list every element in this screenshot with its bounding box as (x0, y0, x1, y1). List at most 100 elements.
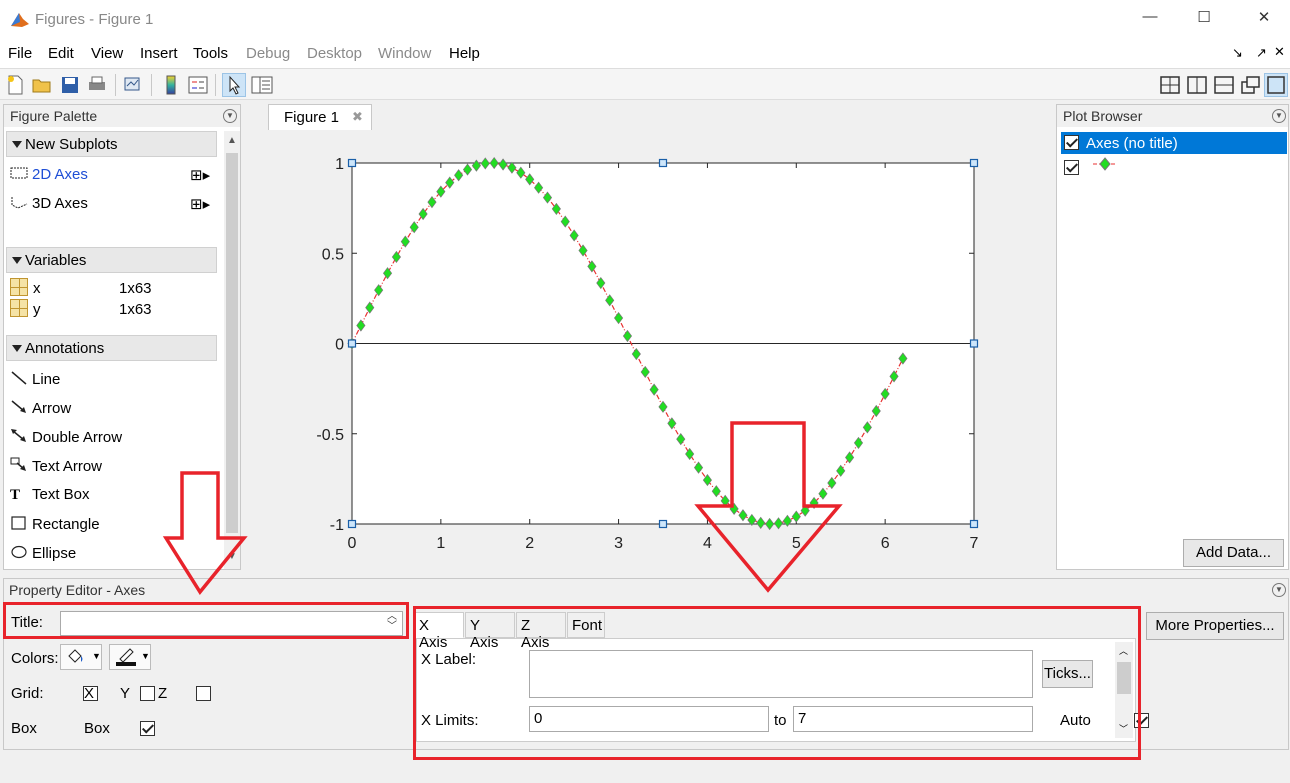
axes-3d-icon (10, 195, 28, 213)
undock-icon[interactable]: ↗ (1256, 45, 1267, 61)
edge-color-button[interactable]: ▼ (109, 644, 151, 670)
selection-handle (969, 339, 979, 348)
menu-view[interactable]: View (91, 45, 123, 62)
property-editor-icon[interactable] (250, 73, 274, 97)
float-layout-icon[interactable] (1239, 73, 1263, 97)
subplot-grid-icon[interactable]: ⊞▸ (190, 195, 210, 213)
menu-desktop[interactable]: Desktop (307, 45, 362, 62)
legend-icon[interactable] (186, 73, 210, 97)
y-tick-label: -1 (330, 517, 344, 534)
maximize-layout-icon[interactable] (1264, 73, 1288, 97)
annotation-arrow[interactable]: Arrow (10, 399, 71, 419)
selection-handle (969, 519, 979, 529)
menu-close-icon[interactable]: ✕ (1274, 44, 1285, 60)
annotation-ellipse[interactable]: Ellipse (10, 544, 76, 564)
print-icon[interactable] (85, 73, 109, 97)
window-title: Figures - Figure 1 (35, 11, 154, 28)
add-data-button[interactable]: Add Data... (1183, 539, 1284, 567)
matlab-logo-icon (11, 13, 29, 27)
palette-dropdown-icon[interactable]: ▼ (223, 109, 237, 123)
line-visible-checkbox[interactable] (1064, 159, 1079, 175)
box-checkbox[interactable] (139, 720, 155, 736)
y-tick-label: 1 (335, 156, 344, 173)
section-variables[interactable]: Variables (6, 247, 217, 273)
selection-handle (658, 158, 668, 168)
tab-close-icon[interactable]: ✖ (352, 109, 363, 125)
grid-x-label: X (84, 685, 95, 702)
edit-plot-arrow-icon[interactable] (222, 73, 246, 97)
tab-figure-1[interactable]: Figure 1 ✖ (268, 104, 372, 130)
toolbar-separator (115, 74, 116, 96)
y-tick-label: -0.5 (316, 427, 344, 444)
x-tick-label: 1 (436, 535, 445, 552)
minimize-button[interactable]: — (1130, 8, 1170, 32)
figure-plot-area[interactable]: 0 1 2 3 4 5 6 710.50-0.5-1 (246, 130, 1052, 575)
menu-file[interactable]: File (8, 45, 32, 62)
pen-icon (116, 648, 136, 666)
grid-label: Grid: (11, 685, 44, 702)
section-annotations-label: Annotations (25, 340, 105, 357)
annotation-text-arrow-label: Text Arrow (32, 457, 103, 475)
toolbar-separator (151, 74, 152, 96)
menu-insert[interactable]: Insert (140, 45, 178, 62)
section-annotations[interactable]: Annotations (6, 335, 217, 361)
figure-palette-header: Figure Palette (4, 105, 240, 127)
palette-item-3d-axes[interactable]: 3D Axes (10, 195, 88, 213)
highlight-box-axis-tabs (413, 606, 1141, 760)
arrow-icon (10, 399, 28, 419)
new-figure-icon[interactable] (3, 73, 27, 97)
dropdown-arrow-icon: ▼ (92, 651, 101, 661)
axes-visible-checkbox[interactable] (1064, 135, 1079, 150)
grid-z-checkbox[interactable] (195, 685, 211, 701)
axes-2d-icon (10, 166, 28, 184)
link-plot-icon[interactable] (121, 73, 145, 97)
save-icon[interactable] (58, 73, 82, 97)
annotation-double-arrow[interactable]: Double Arrow (10, 428, 122, 448)
plot-browser-dropdown-icon[interactable]: ▼ (1272, 109, 1286, 123)
plot-browser-axes-item[interactable]: Axes (no title) (1061, 132, 1287, 154)
menu-window[interactable]: Window (378, 45, 431, 62)
dropdown-arrow-icon: ▼ (141, 651, 150, 661)
colorbar-icon[interactable] (159, 73, 183, 97)
section-variables-label: Variables (25, 252, 87, 269)
annotation-text-box[interactable]: T Text Box (10, 486, 90, 504)
top-bottom-layout-icon[interactable] (1212, 73, 1236, 97)
dock-arrow-icon[interactable]: ↘ (1232, 45, 1243, 61)
selection-handle (347, 339, 357, 348)
variable-name[interactable]: x (33, 280, 41, 297)
palette-item-2d-axes[interactable]: 2D Axes (10, 166, 88, 184)
line-series-icon[interactable] (1090, 156, 1120, 172)
x-tick-label: 2 (525, 535, 534, 552)
property-editor-title: Property Editor - Axes (9, 582, 146, 598)
palette-item-2d-axes-label: 2D Axes (32, 166, 88, 183)
collapse-triangle-icon (12, 257, 22, 264)
open-folder-icon[interactable] (30, 73, 54, 97)
text-arrow-icon (10, 457, 28, 477)
annotation-line[interactable]: Line (10, 370, 60, 390)
variable-grid-icon (10, 278, 28, 299)
menu-tools[interactable]: Tools (193, 45, 228, 62)
subplot-grid-icon[interactable]: ⊞▸ (190, 166, 210, 184)
property-editor-dropdown-icon[interactable]: ▼ (1272, 583, 1286, 597)
toolbar-separator (215, 74, 216, 96)
annotation-rectangle[interactable]: Rectangle (10, 515, 100, 535)
collapse-triangle-icon (12, 141, 22, 148)
x-tick-label: 0 (348, 535, 357, 552)
section-new-subplots[interactable]: New Subplots (6, 131, 217, 157)
menu-debug[interactable]: Debug (246, 45, 290, 62)
grid-z-label: Z (158, 685, 168, 702)
left-right-layout-icon[interactable] (1185, 73, 1209, 97)
tile-layout-icon[interactable] (1158, 73, 1182, 97)
menu-edit[interactable]: Edit (48, 45, 74, 62)
menu-help[interactable]: Help (449, 45, 480, 62)
highlight-box-title (3, 602, 409, 639)
grid-y-checkbox[interactable] (139, 685, 155, 701)
scroll-up-icon[interactable]: ▲ (227, 135, 237, 146)
close-button[interactable]: ✕ (1244, 8, 1284, 32)
x-tick-label: 7 (970, 535, 979, 552)
face-color-button[interactable]: ▼ (60, 644, 102, 670)
maximize-button[interactable]: ☐ (1184, 8, 1224, 32)
more-properties-button[interactable]: More Properties... (1146, 612, 1284, 640)
annotation-text-arrow[interactable]: Text Arrow (10, 457, 102, 477)
variable-name[interactable]: y (33, 301, 41, 318)
